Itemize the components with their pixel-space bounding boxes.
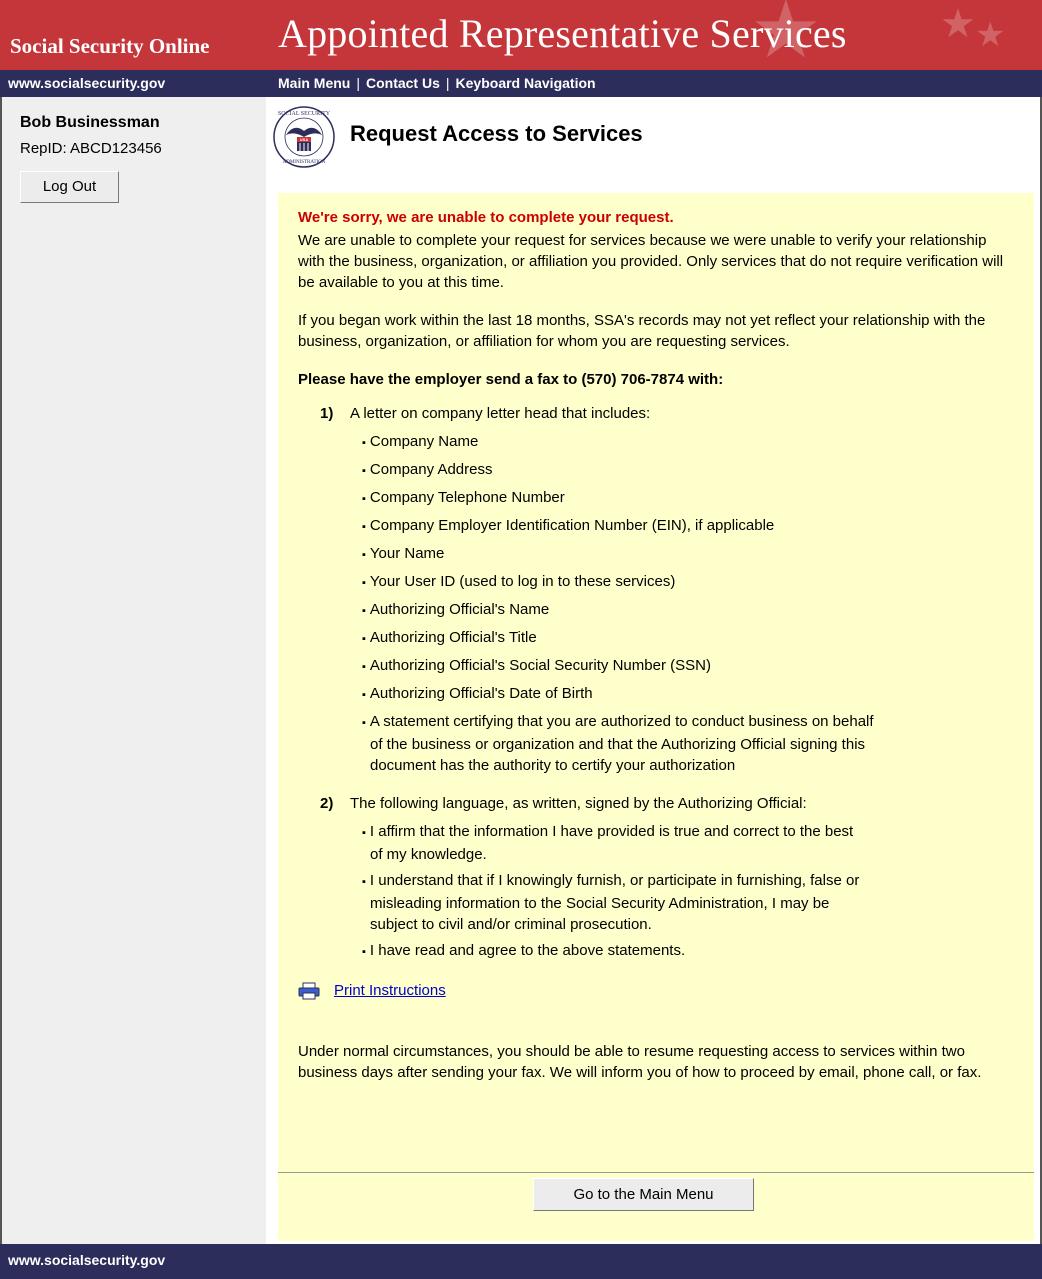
site-name: Social Security Online (10, 34, 210, 58)
main-menu-link[interactable]: Main Menu (278, 75, 350, 91)
step-number: 2) (320, 795, 334, 812)
list-item: Authorizing Official's Title (362, 627, 1014, 650)
list-item: Company Telephone Number (362, 487, 1014, 510)
seal-badge: USA (300, 137, 309, 142)
top-navigation: www.socialsecurity.gov Main Menu | Contact… (0, 70, 1042, 97)
list-item: Your Name (362, 543, 1014, 566)
list-item: Company Address (362, 459, 1014, 482)
nav-separator: | (445, 75, 450, 91)
ssa-seal-icon: USA SOCIAL SECURITY ADMINISTRATION (273, 106, 335, 168)
sidebar: Bob Businessman RepID: ABCD123456 Log Ou… (0, 97, 266, 1244)
print-instructions-row: Print Instructions (298, 980, 1014, 1001)
list-item: I affirm that the information I have pro… (362, 821, 1014, 865)
seal-text-bottom: ADMINISTRATION (283, 160, 326, 165)
rep-id: RepID: ABCD123456 (20, 140, 162, 157)
page-title: Request Access to Services (350, 121, 643, 146)
fax-heading: Please have the employer send a fax to (… (298, 371, 724, 388)
footer-site-url: www.socialsecurity.gov (8, 1252, 166, 1268)
affirmation-list: I affirm that the information I have pro… (298, 821, 1014, 963)
banner: ★ ★ ★ Social Security Online Appointed R… (0, 0, 1042, 70)
step-text: A letter on company letter head that inc… (350, 405, 651, 422)
error-description: We are unable to complete your request f… (298, 232, 1004, 291)
records-note: If you began work within the last 18 mon… (298, 312, 986, 350)
seal-text-top: SOCIAL SECURITY (278, 111, 331, 117)
list-item: Authorizing Official's Date of Birth (362, 683, 1014, 706)
contact-us-link[interactable]: Contact Us (366, 75, 440, 91)
site-url: www.socialsecurity.gov (8, 75, 166, 91)
decorative-star-icon: ★ (940, 2, 976, 46)
error-title: We're sorry, we are unable to complete y… (298, 209, 674, 226)
step-1: 1) A letter on company letter head that … (298, 403, 1014, 424)
logout-button[interactable]: Log Out (20, 171, 119, 203)
list-item: Company Name (362, 431, 1014, 454)
app-title: Appointed Representative Services (278, 11, 847, 56)
list-item: Authorizing Official's Name (362, 599, 1014, 622)
message-panel: We're sorry, we are unable to complete y… (278, 193, 1034, 1241)
user-name: Bob Businessman (20, 114, 160, 131)
list-item: Your User ID (used to log in to these se… (362, 571, 1014, 594)
list-item: Authorizing Official's Social Security N… (362, 655, 1014, 678)
footer: www.socialsecurity.gov (0, 1244, 1042, 1279)
step-2: 2) The following language, as written, s… (298, 793, 1014, 814)
go-to-main-menu-button[interactable]: Go to the Main Menu (533, 1178, 754, 1211)
print-instructions-link[interactable]: Print Instructions (334, 980, 446, 1001)
list-item: I understand that if I knowingly furnish… (362, 870, 1014, 935)
letter-requirements-list: Company Name Company Address Company Tel… (298, 431, 1014, 776)
nav-separator: | (356, 75, 360, 91)
list-item: I have read and agree to the above state… (362, 940, 1014, 963)
divider (278, 1172, 1034, 1173)
list-item: Company Employer Identification Number (… (362, 515, 1014, 538)
decorative-star-icon: ★ (975, 16, 1006, 54)
main-content: USA SOCIAL SECURITY ADMINISTRATION Reque… (266, 97, 1042, 1244)
nav-links: Main Menu | Contact Us | Keyboard Navigation (278, 75, 596, 91)
list-item: A statement certifying that you are auth… (362, 711, 1014, 776)
step-number: 1) (320, 405, 334, 422)
printer-icon[interactable] (298, 982, 320, 1000)
closing-note: Under normal circumstances, you should b… (298, 1043, 982, 1081)
step-text: The following language, as written, sign… (350, 795, 807, 812)
keyboard-navigation-link[interactable]: Keyboard Navigation (456, 75, 596, 91)
